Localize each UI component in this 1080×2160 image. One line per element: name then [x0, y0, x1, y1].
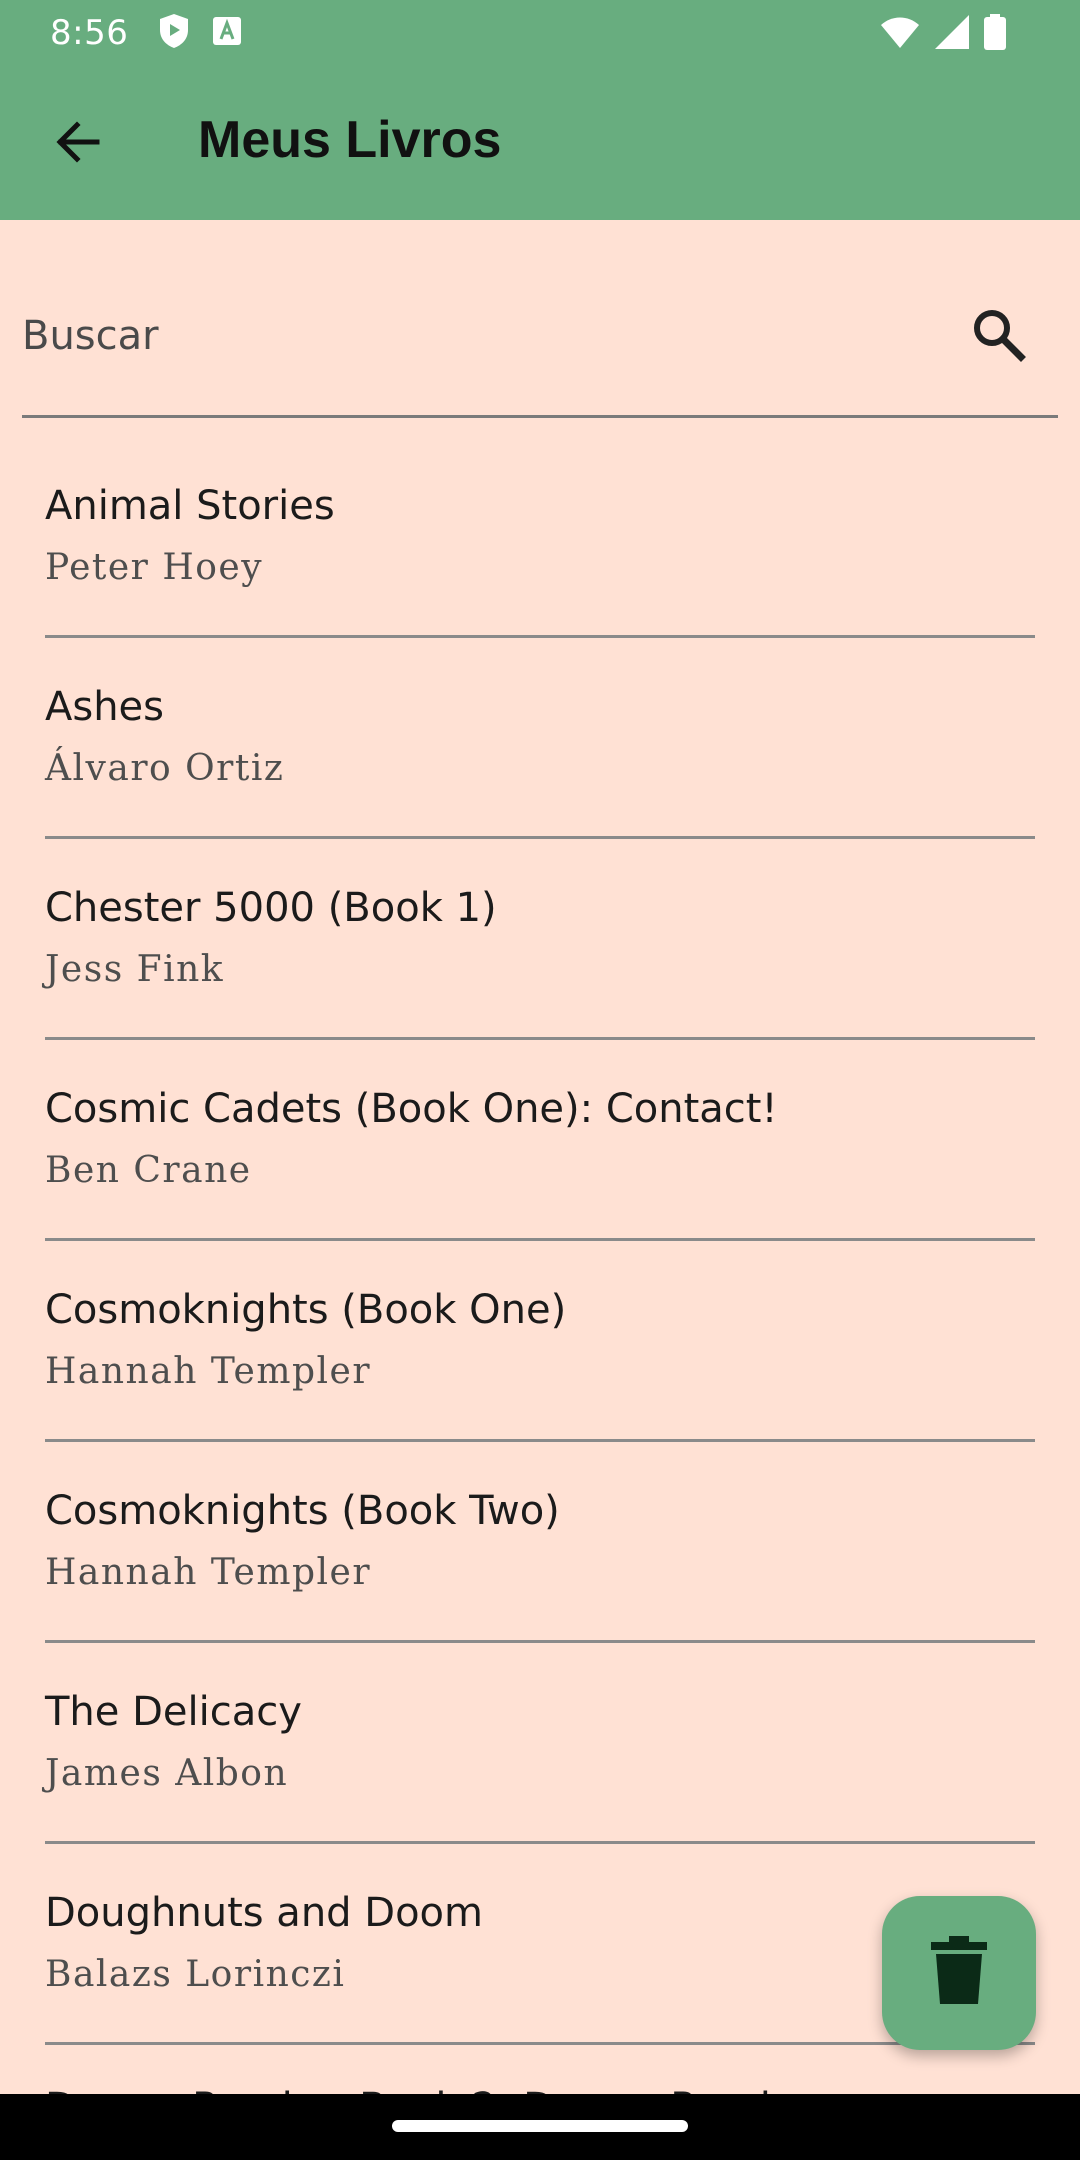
book-author: Jess Fink — [45, 949, 225, 990]
list-item[interactable]: Cosmoknights (Book One) Hannah Templer — [45, 1241, 1035, 1442]
status-bar: 8:56 — [0, 0, 1080, 66]
book-author: Peter Hoey — [45, 547, 264, 588]
book-title: Cosmic Cadets (Book One): Contact! — [45, 1086, 778, 1132]
book-title: Ashes — [45, 684, 165, 730]
arrow-back-icon — [53, 117, 103, 172]
search-button[interactable] — [960, 298, 1036, 374]
delete-fab-button[interactable] — [882, 1896, 1036, 2050]
book-title: Chester 5000 (Book 1) — [45, 885, 497, 931]
status-time: 8:56 — [50, 13, 129, 53]
signal-icon — [934, 14, 970, 55]
trash-icon — [929, 1935, 989, 2011]
wifi-icon — [880, 15, 920, 54]
book-author: Balazs Lorinczi — [45, 1954, 346, 1995]
book-author: Hannah Templer — [45, 1552, 372, 1593]
book-title: Cosmoknights (Book One) — [45, 1287, 567, 1333]
list-item[interactable]: Animal Stories Peter Hoey — [45, 437, 1035, 638]
book-list: Animal Stories Peter Hoey Ashes Álvaro O… — [45, 437, 1035, 2160]
book-title: Doughnuts and Doom — [45, 1890, 483, 1936]
page-title: Meus Livros — [198, 111, 502, 169]
book-title: Cosmoknights (Book Two) — [45, 1488, 560, 1534]
list-item[interactable]: Cosmoknights (Book Two) Hannah Templer — [45, 1442, 1035, 1643]
book-title: The Delicacy — [45, 1689, 302, 1735]
list-item[interactable]: Cosmic Cadets (Book One): Contact! Ben C… — [45, 1040, 1035, 1241]
list-item[interactable]: Ashes Álvaro Ortiz — [45, 638, 1035, 839]
book-title: Animal Stories — [45, 483, 335, 529]
shield-icon — [158, 13, 190, 54]
book-author: James Albon — [45, 1753, 289, 1794]
search-icon — [970, 306, 1026, 367]
book-author: Ben Crane — [45, 1150, 252, 1191]
app-bar: Meus Livros — [0, 66, 1080, 220]
battery-icon — [984, 14, 1006, 55]
navigation-bar — [0, 2094, 1080, 2160]
home-indicator[interactable] — [392, 2120, 688, 2132]
search-bar — [22, 270, 1058, 418]
back-button[interactable] — [36, 102, 120, 186]
book-author: Álvaro Ortiz — [45, 748, 285, 789]
list-item[interactable]: Chester 5000 (Book 1) Jess Fink — [45, 839, 1035, 1040]
text-a-icon — [212, 16, 242, 51]
search-input[interactable] — [22, 304, 922, 368]
list-item[interactable]: The Delicacy James Albon — [45, 1643, 1035, 1844]
book-author: Hannah Templer — [45, 1351, 372, 1392]
